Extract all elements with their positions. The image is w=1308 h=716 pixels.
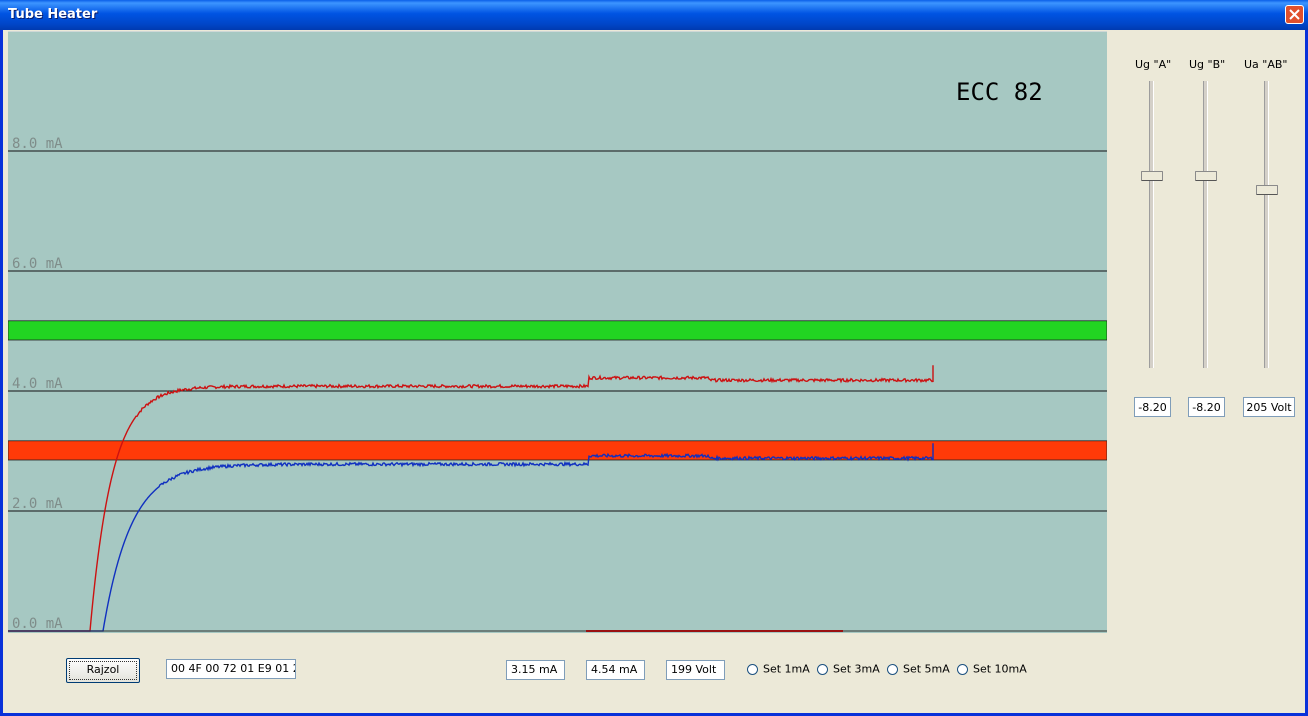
radio-label: Set 5mA: [903, 662, 950, 676]
close-button[interactable]: [1285, 5, 1304, 24]
radio-set-3ma[interactable]: Set 3mA: [817, 662, 880, 678]
slider-thumb-ua-ab[interactable]: [1256, 185, 1278, 196]
plot-canvas: 8.0 mA 6.0 mA 4.0 mA 2.0 mA 0.0 mA: [8, 136, 1107, 632]
slider-track-ug-b[interactable]: [1203, 81, 1208, 368]
slider-thumb-ug-b[interactable]: [1195, 170, 1217, 181]
app-window: Tube Heater 8.0 mA 6.0 mA 4.0 mA 2.0 mA 0.0 …: [0, 0, 1308, 716]
close-icon: [1289, 9, 1300, 20]
voltage-readout[interactable]: 199 Volt: [666, 660, 725, 680]
gridline-label: 4.0 mA: [12, 376, 63, 392]
radio-set-1ma[interactable]: Set 1mA: [747, 662, 810, 678]
slider-track-ua-ab[interactable]: [1264, 81, 1269, 368]
gridline-label: 8.0 mA: [12, 136, 63, 152]
window-title: Tube Heater: [8, 7, 98, 22]
gridline-label: 2.0 mA: [12, 496, 63, 512]
green-band: [8, 320, 1107, 341]
hex-data-field[interactable]: 00 4F 00 72 01 E9 01 2C: [166, 659, 296, 679]
trace-blue: [8, 443, 934, 632]
tube-type-label: ECC 82: [956, 78, 1043, 106]
gridline-label: 6.0 mA: [12, 256, 63, 272]
rajzol-button[interactable]: Rajzol: [66, 658, 140, 683]
radio-set-5ma[interactable]: Set 5mA: [887, 662, 950, 678]
slider-thumb-ug-a[interactable]: [1141, 170, 1163, 181]
current-b-readout[interactable]: 4.54 mA: [586, 660, 645, 680]
radio-set-10ma[interactable]: Set 10mA: [957, 662, 1027, 678]
slider-label-ug-a: Ug "A": [1135, 58, 1172, 71]
current-plot: 8.0 mA 6.0 mA 4.0 mA 2.0 mA 0.0 mA ECC 82: [8, 31, 1107, 633]
radio-label: Set 10mA: [973, 662, 1027, 676]
radio-circle-icon: [817, 663, 828, 675]
current-a-readout[interactable]: 3.15 mA: [506, 660, 565, 680]
ug-a-value-field[interactable]: -8.20: [1134, 397, 1171, 417]
title-bar[interactable]: Tube Heater: [0, 0, 1308, 30]
ua-ab-value-field[interactable]: 205 Volt: [1243, 397, 1295, 417]
red-band: [8, 440, 1107, 461]
slider-label-ug-b: Ug "B": [1189, 58, 1226, 71]
radio-circle-icon: [887, 663, 898, 675]
slider-label-ua-ab: Ua "AB": [1244, 58, 1288, 71]
radio-circle-icon: [957, 663, 968, 675]
radio-circle-icon: [747, 663, 758, 675]
ug-b-value-field[interactable]: -8.20: [1188, 397, 1225, 417]
radio-label: Set 1mA: [763, 662, 810, 676]
slider-track-ug-a[interactable]: [1149, 81, 1154, 368]
gridline-label: 0.0 mA: [12, 616, 63, 632]
radio-label: Set 3mA: [833, 662, 880, 676]
